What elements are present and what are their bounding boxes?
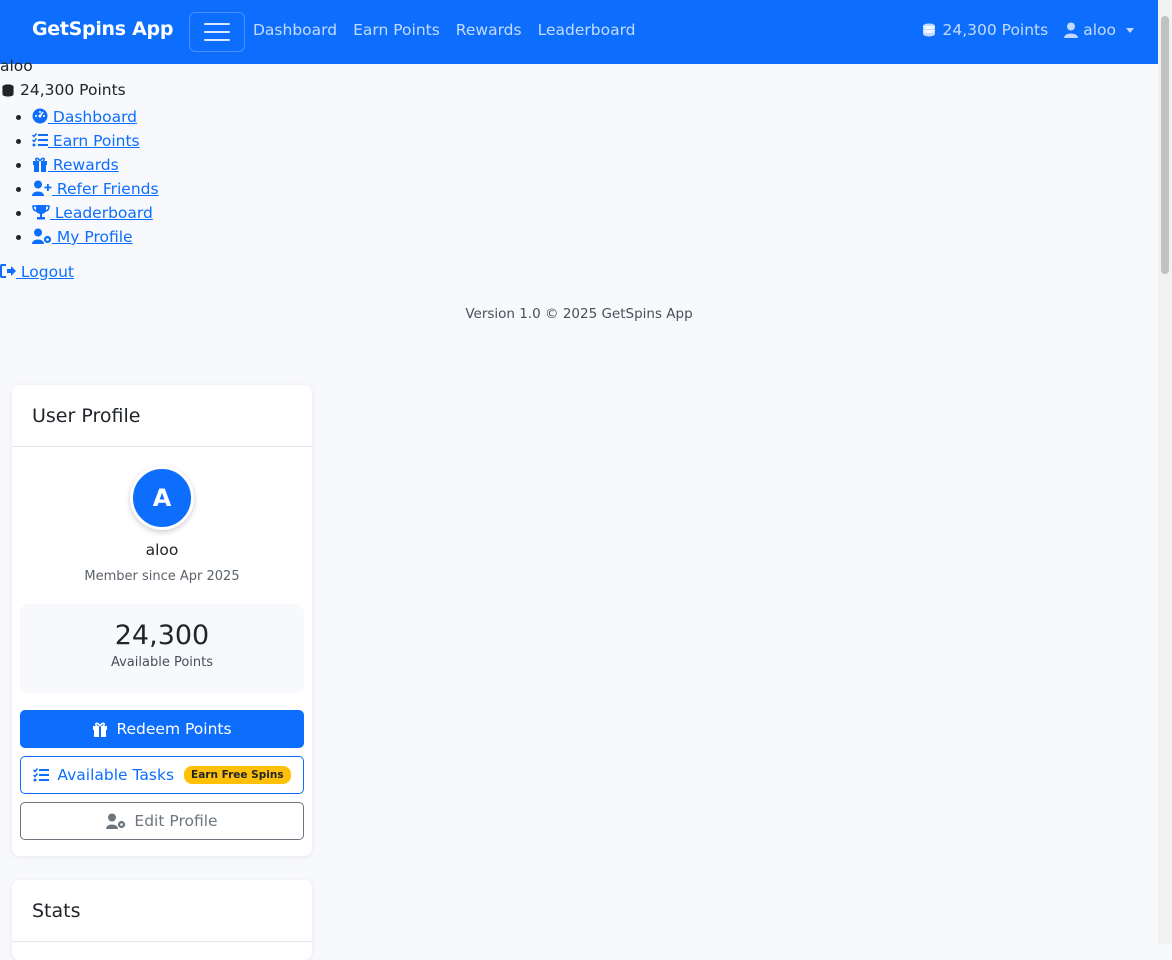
sidebar-item-leaderboard: Leaderboard bbox=[32, 201, 159, 225]
scrollbar-thumb[interactable] bbox=[1161, 16, 1169, 274]
sidebar-menu: Dashboard Earn Points bbox=[0, 105, 159, 249]
user-icon bbox=[1064, 22, 1079, 38]
nav-link-dashboard[interactable]: Dashboard bbox=[253, 21, 337, 39]
nav-link-earn-points[interactable]: Earn Points bbox=[353, 21, 440, 39]
sidebar: aloo 24,300 Points Dashboard bbox=[0, 57, 159, 249]
sidebar-link-earn-points[interactable]: Earn Points bbox=[32, 132, 140, 150]
logout-label: Logout bbox=[16, 263, 74, 281]
stats-card-title: Stats bbox=[12, 880, 312, 942]
avatar: A bbox=[130, 466, 194, 530]
points-value: 24,300 bbox=[114, 620, 210, 651]
user-profile-card-title: User Profile bbox=[12, 385, 312, 447]
user-plus-icon bbox=[32, 180, 52, 196]
stats-card: Stats bbox=[12, 880, 312, 960]
points-label: Available Points bbox=[110, 655, 214, 670]
logout-section: Logout bbox=[0, 263, 74, 281]
gift-icon bbox=[33, 157, 47, 172]
tasks-icon bbox=[33, 768, 50, 782]
user-profile-card: User Profile A aloo Member since Apr 202… bbox=[12, 385, 312, 856]
sidebar-item-label: My Profile bbox=[52, 228, 133, 246]
sidebar-link-refer-friends[interactable]: Refer Friends bbox=[32, 180, 159, 198]
sidebar-item-my-profile: My Profile bbox=[32, 225, 159, 249]
profile-name: aloo bbox=[145, 541, 179, 559]
page-scrollbar[interactable] bbox=[1158, 0, 1172, 944]
points-summary: 24,300 Available Points bbox=[20, 604, 304, 693]
top-navbar: GetSpins App Dashboard Earn Points Rewar… bbox=[0, 0, 1158, 64]
nav-right: 24,300 Points aloo bbox=[921, 21, 1134, 39]
user-gear-icon bbox=[32, 228, 52, 244]
nav-links: Dashboard Earn Points Rewards Leaderboar… bbox=[253, 21, 636, 39]
sidebar-link-rewards[interactable]: Rewards bbox=[32, 156, 119, 174]
sidebar-link-dashboard[interactable]: Dashboard bbox=[32, 108, 137, 126]
sidebar-item-dashboard: Dashboard bbox=[32, 105, 159, 129]
sidebar-link-my-profile[interactable]: My Profile bbox=[32, 228, 133, 246]
sidebar-item-label: Dashboard bbox=[48, 108, 138, 126]
gift-icon bbox=[93, 722, 108, 737]
user-dropdown[interactable]: aloo bbox=[1064, 21, 1134, 39]
user-gear-icon bbox=[106, 813, 126, 829]
edit-profile-label: Edit Profile bbox=[134, 812, 218, 830]
sidebar-item-label: Refer Friends bbox=[52, 180, 159, 198]
hamburger-icon bbox=[204, 31, 230, 33]
edit-profile-button[interactable]: Edit Profile bbox=[20, 802, 304, 840]
user-dropdown-label: aloo bbox=[1083, 21, 1116, 39]
available-tasks-button[interactable]: Available Tasks Earn Free Spins bbox=[20, 756, 304, 794]
hamburger-icon bbox=[204, 23, 230, 25]
sidebar-item-label: Earn Points bbox=[48, 132, 140, 150]
logout-icon bbox=[0, 264, 16, 278]
sidebar-points-text: 24,300 Points bbox=[20, 81, 126, 99]
sidebar-item-label: Rewards bbox=[48, 156, 119, 174]
available-tasks-label: Available Tasks bbox=[57, 766, 175, 784]
menu-toggle-button[interactable] bbox=[189, 12, 245, 52]
earn-free-spins-badge: Earn Free Spins bbox=[184, 766, 291, 784]
logout-link[interactable]: Logout bbox=[0, 263, 74, 281]
points-display: 24,300 Points bbox=[921, 21, 1048, 39]
sidebar-link-leaderboard[interactable]: Leaderboard bbox=[32, 204, 153, 222]
brand-logo[interactable]: GetSpins App bbox=[32, 18, 173, 40]
redeem-points-button[interactable]: Redeem Points bbox=[20, 710, 304, 748]
member-since: Member since Apr 2025 bbox=[84, 569, 240, 584]
sidebar-username: aloo bbox=[0, 57, 33, 75]
caret-down-icon bbox=[1126, 27, 1134, 33]
nav-link-rewards[interactable]: Rewards bbox=[456, 21, 522, 39]
sidebar-item-rewards: Rewards bbox=[32, 153, 159, 177]
dashboard-icon bbox=[32, 108, 48, 124]
redeem-points-label: Redeem Points bbox=[116, 720, 232, 738]
points-display-text: 24,300 Points bbox=[942, 21, 1049, 39]
sidebar-points: 24,300 Points bbox=[0, 81, 159, 99]
version-text: Version 1.0 © 2025 GetSpins App bbox=[465, 306, 693, 322]
sidebar-item-label: Leaderboard bbox=[50, 204, 153, 222]
tasks-icon bbox=[32, 133, 48, 147]
hamburger-icon bbox=[204, 39, 230, 41]
nav-link-leaderboard[interactable]: Leaderboard bbox=[538, 21, 636, 39]
coins-icon bbox=[923, 23, 936, 37]
trophy-icon bbox=[32, 205, 50, 220]
coins-icon bbox=[2, 83, 14, 97]
sidebar-item-refer-friends: Refer Friends bbox=[32, 177, 159, 201]
sidebar-item-earn-points: Earn Points bbox=[32, 129, 159, 153]
